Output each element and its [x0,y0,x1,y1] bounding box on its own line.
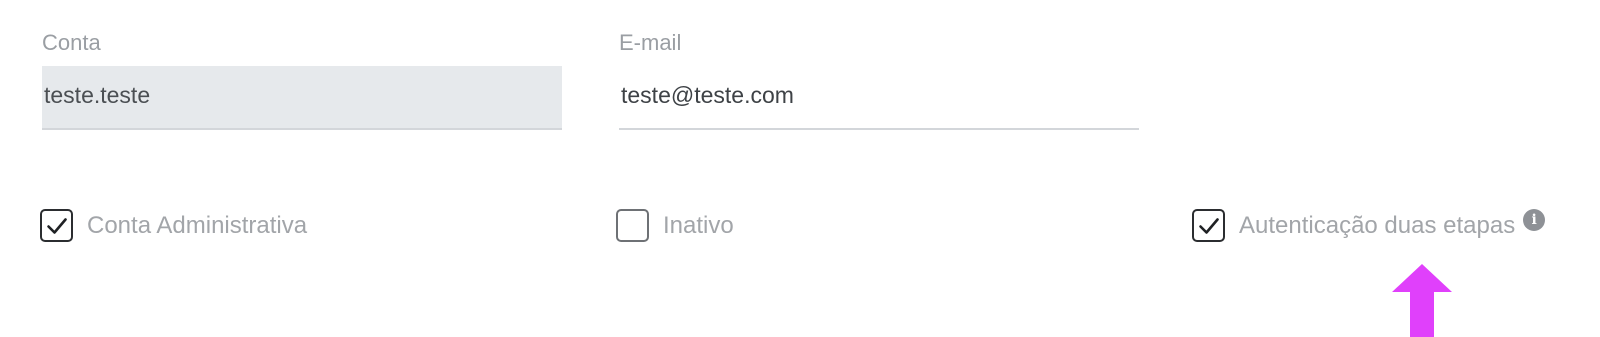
checkmark-icon [46,217,67,234]
inactive-label: Inativo [663,211,734,239]
admin-account-label: Conta Administrativa [87,211,308,239]
account-label: Conta [42,30,101,55]
two-factor-checkbox-box[interactable] [1192,209,1225,242]
two-factor-label: Autenticação duas etapas [1239,211,1516,239]
inactive-checkbox-box[interactable] [616,209,649,242]
user-form: Conta E-mail Conta Administrativa Inativ… [0,0,1600,337]
inactive-checkbox[interactable]: Inativo [616,209,734,242]
email-field-group: E-mail [619,30,1139,130]
email-input[interactable] [619,66,1139,130]
info-icon[interactable]: i [1523,208,1546,231]
checkmark-icon [1198,217,1219,234]
email-label: E-mail [619,30,682,55]
arrow-up-icon [1392,264,1452,337]
account-input[interactable] [42,66,562,130]
admin-account-checkbox[interactable]: Conta Administrativa [40,209,307,242]
account-field-group: Conta [42,30,562,130]
admin-account-checkbox-box[interactable] [40,209,73,242]
two-factor-checkbox[interactable]: Autenticação duas etapas i [1192,208,1546,242]
